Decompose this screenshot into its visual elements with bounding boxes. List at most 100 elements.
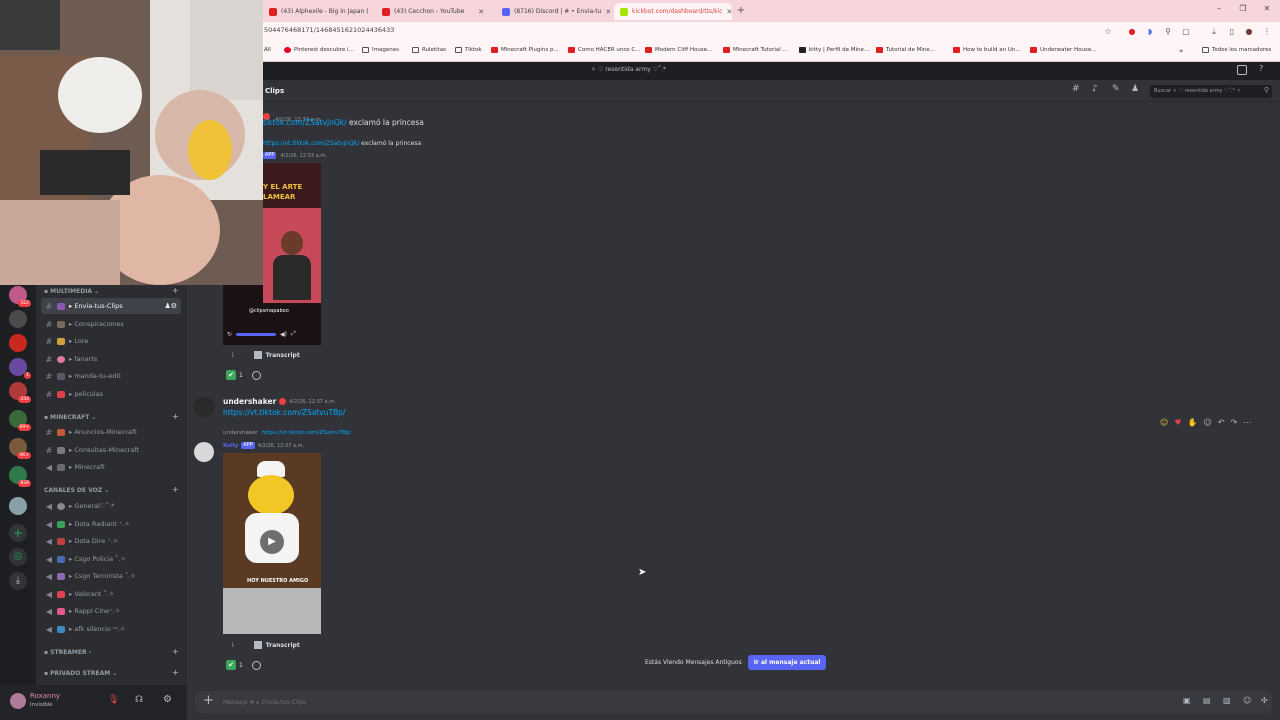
threads-icon[interactable]: # bbox=[1072, 84, 1080, 94]
url-text[interactable]: 504476468171/1468451621024436433 bbox=[264, 26, 394, 34]
invite-icon[interactable]: ♟⚙ bbox=[164, 302, 177, 310]
heart-icon[interactable]: ♥ bbox=[1174, 418, 1181, 427]
extension-icon[interactable]: ⚲ bbox=[1163, 27, 1173, 37]
maximize-icon[interactable]: ❐ bbox=[1236, 4, 1250, 13]
help-icon[interactable]: ? bbox=[1259, 64, 1263, 73]
profile-avatar[interactable]: ● bbox=[1244, 27, 1254, 37]
avatar[interactable] bbox=[194, 397, 214, 417]
channel-peliculas[interactable]: # ▸ peliculas bbox=[41, 386, 181, 402]
bookmark-item[interactable]: Minecraft Tutorial ... bbox=[723, 47, 788, 53]
server-icon[interactable] bbox=[9, 334, 27, 352]
message-link[interactable]: https://vt.tiktok.com/ZSatvuTBp/ bbox=[223, 408, 345, 417]
minimize-icon[interactable]: – bbox=[1212, 4, 1226, 13]
headphones-icon[interactable]: ☊ bbox=[135, 695, 143, 705]
add-reaction-icon[interactable] bbox=[251, 370, 261, 380]
explore-icon[interactable]: ◎ bbox=[9, 548, 27, 566]
transcript-button[interactable]: Transcript bbox=[266, 352, 300, 359]
voice-channel-csgo-terrorista[interactable]: ◀ ▸ Csgo Terrorista ˚.✧ bbox=[41, 568, 181, 584]
channel-envia-tus-clips[interactable]: # ▸ Envia-tus-Clips ♟⚙ bbox=[41, 298, 181, 314]
volume-icon[interactable]: ◀) bbox=[280, 331, 287, 338]
pin-icon[interactable]: ✎ bbox=[1112, 84, 1120, 94]
emoji-reaction-icon[interactable]: ☺ bbox=[1160, 418, 1168, 427]
mute-mic-icon[interactable]: 🎙 bbox=[108, 695, 119, 705]
voice-channel-general[interactable]: ◀ ▸ General♡˚.* bbox=[41, 498, 181, 514]
server-icon[interactable] bbox=[9, 497, 27, 515]
info-icon[interactable]: ⅰ bbox=[232, 352, 234, 359]
server-icon[interactable]: 99+ bbox=[9, 410, 31, 431]
volume-slider[interactable] bbox=[236, 332, 277, 336]
category-privado-stream[interactable]: ▪ PRIVADO STREAM ⌄ + bbox=[44, 669, 179, 678]
voice-channel-dota-dire[interactable]: ◀ ▸ Dota Dire ⁺.✧ bbox=[41, 533, 181, 549]
voice-channel-valorant[interactable]: ◀ ▸ Valorant ˚.✧ bbox=[41, 586, 181, 602]
more-bookmarks-button[interactable]: » bbox=[1179, 47, 1183, 55]
gift-icon[interactable]: ▣ bbox=[1183, 696, 1191, 705]
opera-icon[interactable]: ● bbox=[1127, 27, 1137, 37]
voice-channel-afk-silencio[interactable]: ◀ ▸ afk silencio ᶻᶻ.✧ bbox=[41, 621, 181, 637]
checkmark-icon[interactable]: ✔ bbox=[226, 660, 236, 670]
bookmark-item[interactable]: Como HACER unos C... bbox=[568, 47, 640, 53]
bookmark-item[interactable]: Imagenes bbox=[362, 47, 399, 53]
bookmark-item[interactable]: Tutorial de Mine... bbox=[876, 47, 935, 53]
reply-icon[interactable]: ↶ bbox=[1218, 418, 1225, 427]
download-icon[interactable]: ⤓ bbox=[1209, 27, 1219, 37]
hand-icon[interactable]: ✋ bbox=[1188, 418, 1198, 427]
bell-icon[interactable]: ♪ bbox=[1092, 84, 1098, 94]
sidepanel-icon[interactable]: ▯ bbox=[1227, 27, 1237, 37]
voice-channel-dota-radiant[interactable]: ◀ ▸ Dota Radiant ⁺.✧ bbox=[41, 516, 181, 532]
bookmark-item[interactable]: All bbox=[264, 47, 271, 53]
reply-preview[interactable]: undershaker https://vt.tiktok.com/ZSatvu… bbox=[223, 430, 351, 436]
transcript-button[interactable]: Transcript bbox=[266, 642, 300, 649]
extension-icon[interactable]: ◗ bbox=[1145, 27, 1155, 37]
download-apps-icon[interactable]: ⤓ bbox=[9, 572, 27, 590]
add-server-icon[interactable]: + bbox=[9, 524, 27, 542]
voice-channel-csgo-policia[interactable]: ◀ ▸ Csgo Policia ˚.✧ bbox=[41, 551, 181, 567]
replay-icon[interactable]: ↻ bbox=[227, 331, 232, 338]
menu-icon[interactable]: ⋮ bbox=[1262, 27, 1272, 37]
jump-to-present-button[interactable]: Ir al mensaje actual bbox=[747, 655, 827, 670]
play-icon[interactable]: ▶ bbox=[260, 530, 284, 554]
bookmark-item[interactable]: Ruletitas bbox=[412, 47, 446, 53]
category-minecraft[interactable]: ▪ MINECRAFT ⌄ + bbox=[44, 413, 179, 422]
all-bookmarks-folder[interactable]: Todos los marcadores bbox=[1202, 47, 1271, 53]
server-icon[interactable]: 4K+ bbox=[9, 438, 31, 459]
fullscreen-icon[interactable]: ⤢ bbox=[291, 330, 296, 338]
browser-tab[interactable]: (8716) Discord | # • Envia-tu ✕ bbox=[496, 3, 610, 20]
video-embed[interactable]: ▶ HOY NUESTRO AMIGO bbox=[223, 453, 321, 634]
bookmark-item[interactable]: kitty | Perfil de Mine... bbox=[799, 47, 869, 53]
channel-minecraft[interactable]: ◀ ▸ Minecraft bbox=[41, 459, 181, 475]
channel-anuncios-minecraft[interactable]: # ▸ Anuncios-Minecraft bbox=[41, 424, 181, 440]
star-icon[interactable]: ☆ bbox=[1103, 27, 1113, 37]
server-icon[interactable]: 434 bbox=[9, 382, 31, 403]
category-canales-de-voz[interactable]: CANALES DE VOZ ⌄ + bbox=[44, 486, 179, 495]
channel-manda-tu-edit[interactable]: # ▸ manda-tu-edit bbox=[41, 368, 181, 384]
add-channel-icon[interactable]: + bbox=[172, 413, 179, 421]
add-channel-icon[interactable]: + bbox=[172, 287, 179, 295]
avatar[interactable] bbox=[194, 442, 214, 462]
more-options-icon[interactable]: ⋯ bbox=[1243, 418, 1251, 427]
username[interactable]: undershaker bbox=[223, 397, 276, 406]
bookmark-item[interactable]: Modern Cliff House... bbox=[645, 47, 712, 53]
inbox-icon[interactable] bbox=[1237, 65, 1247, 75]
members-icon[interactable]: ♟ bbox=[1131, 84, 1139, 94]
username[interactable]: Kelly bbox=[223, 443, 238, 449]
channel-conspiraciones[interactable]: # ▸ Conspiraciones bbox=[41, 316, 181, 332]
server-icon[interactable]: 1 bbox=[9, 358, 31, 379]
browser-tab[interactable]: (43) Cecchon - YouTube ✕ bbox=[376, 3, 490, 20]
avatar[interactable] bbox=[10, 693, 26, 709]
reply-link[interactable]: https://vt.tiktok.com/ZSatvjnQk/ bbox=[263, 140, 359, 147]
search-input[interactable]: Buscar ✧ ♡ resentida army ♡˚.* ✧ ⚲ bbox=[1150, 85, 1272, 98]
bookmark-item[interactable]: How to build an Un... bbox=[953, 47, 1021, 53]
server-icon[interactable]: 838 bbox=[9, 466, 31, 487]
voice-channel-rappi-cine[interactable]: ◀ ▸ Rappi Cine⁺.✧ bbox=[41, 603, 181, 619]
add-channel-icon[interactable]: + bbox=[172, 486, 179, 494]
channel-consultas-minecraft[interactable]: # ▸ Consultas-Minecraft bbox=[41, 442, 181, 458]
video-controls[interactable]: ↻ ◀) ⤢ bbox=[227, 330, 296, 338]
checkmark-icon[interactable]: ✔ bbox=[226, 370, 236, 380]
gif-icon[interactable]: ▤ bbox=[1203, 696, 1211, 705]
close-icon[interactable]: ✕ bbox=[605, 8, 610, 16]
new-tab-button[interactable]: + bbox=[735, 5, 747, 17]
attach-plus-icon[interactable]: + bbox=[203, 693, 214, 708]
info-icon[interactable]: ⅰ bbox=[232, 642, 234, 649]
bookmark-item[interactable]: Pinterest descubre i... bbox=[284, 47, 354, 53]
server-icon[interactable]: 322 bbox=[9, 286, 31, 307]
